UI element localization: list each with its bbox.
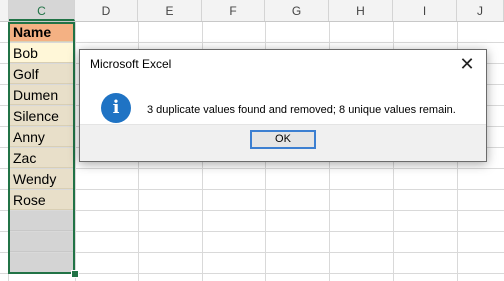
- gridline: [0, 42, 504, 43]
- cell-c7[interactable]: Zac: [9, 148, 74, 168]
- gridline: [0, 252, 504, 253]
- dialog-footer: OK: [80, 124, 486, 161]
- cell-c5[interactable]: Silence: [9, 106, 74, 126]
- gridline: [0, 168, 504, 169]
- message-dialog: Microsoft Excel ✕ i 3 duplicate values f…: [79, 49, 487, 162]
- info-icon: i: [101, 93, 131, 123]
- cell-c1-header[interactable]: Name: [9, 22, 74, 42]
- cell-c3[interactable]: Golf: [9, 64, 74, 84]
- gridline: [0, 231, 504, 232]
- dialog-body: i 3 duplicate values found and removed; …: [80, 80, 486, 128]
- column-header-j[interactable]: J: [457, 0, 504, 21]
- gridline: [0, 210, 504, 211]
- ok-button[interactable]: OK: [250, 130, 316, 149]
- column-header-row: C D E F G H I J: [0, 0, 504, 22]
- cell-c10[interactable]: [9, 211, 74, 231]
- row-header-corner[interactable]: [0, 0, 9, 21]
- column-header-e[interactable]: E: [138, 0, 202, 21]
- close-icon[interactable]: ✕: [452, 52, 482, 76]
- cell-c9[interactable]: Rose: [9, 190, 74, 210]
- fill-handle[interactable]: [71, 270, 79, 278]
- column-header-c[interactable]: C: [9, 0, 75, 21]
- cell-c8[interactable]: Wendy: [9, 169, 74, 189]
- dialog-message: 3 duplicate values found and removed; 8 …: [147, 104, 456, 116]
- column-header-g[interactable]: G: [265, 0, 329, 21]
- gridline: [0, 189, 504, 190]
- gridline: [75, 22, 76, 281]
- column-header-d[interactable]: D: [75, 0, 138, 21]
- cell-c11[interactable]: [9, 232, 74, 252]
- dialog-title: Microsoft Excel: [90, 57, 172, 71]
- cell-c12[interactable]: [9, 253, 74, 273]
- column-header-i[interactable]: I: [393, 0, 457, 21]
- cell-c6[interactable]: Anny: [9, 127, 74, 147]
- cell-c4[interactable]: Dumen: [9, 85, 74, 105]
- column-header-f[interactable]: F: [202, 0, 265, 21]
- column-header-h[interactable]: H: [329, 0, 393, 21]
- cell-c2[interactable]: Bob: [9, 43, 74, 63]
